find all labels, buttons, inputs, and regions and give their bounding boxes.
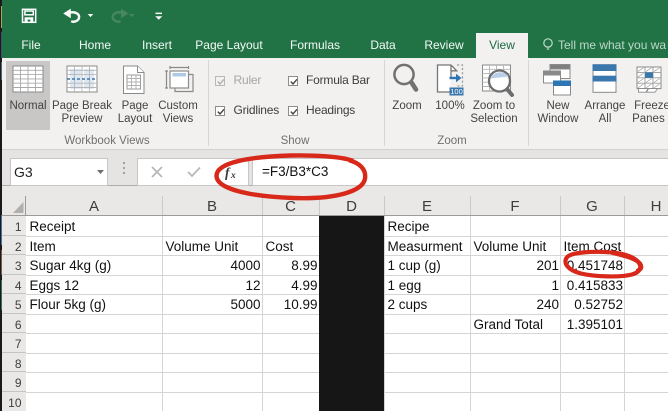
- svg-text:100: 100: [450, 87, 463, 96]
- svg-text:x: x: [230, 171, 236, 181]
